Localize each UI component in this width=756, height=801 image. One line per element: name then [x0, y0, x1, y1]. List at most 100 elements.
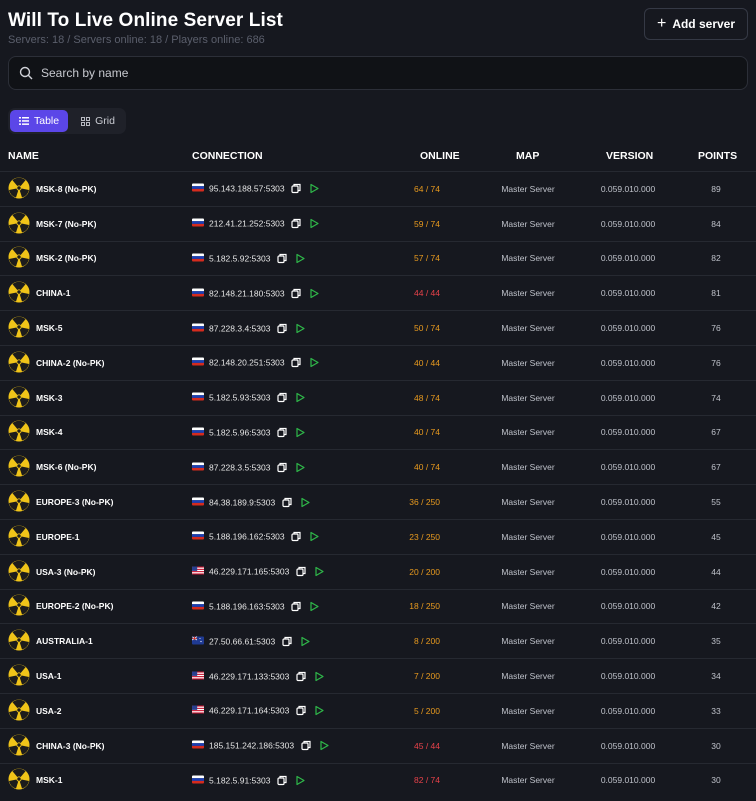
play-icon[interactable]	[294, 253, 305, 264]
connection-address: 82.148.20.251:5303	[209, 357, 285, 368]
connection-address: 95.143.188.57:5303	[209, 183, 285, 194]
ru-flag-icon	[192, 288, 206, 298]
play-icon[interactable]	[294, 462, 305, 473]
server-row[interactable]: MSK-3 5.182.5.93:5303 48 / 74 Master Server…	[0, 379, 756, 415]
column-points[interactable]: POINTS	[698, 150, 737, 162]
column-connection[interactable]: CONNECTION	[192, 150, 263, 162]
copy-icon[interactable]	[295, 566, 306, 577]
play-icon[interactable]	[313, 705, 324, 716]
online-count: 40 / 44	[414, 357, 440, 368]
add-server-button[interactable]: + Add server	[644, 8, 748, 40]
copy-icon[interactable]	[291, 601, 302, 612]
table-view-button[interactable]: Table	[10, 110, 69, 132]
copy-icon[interactable]	[276, 253, 287, 264]
copy-icon[interactable]	[291, 218, 302, 229]
server-version: 0.059.010.000	[600, 775, 656, 786]
server-version: 0.059.010.000	[600, 705, 656, 716]
server-name-cell: USA-1	[8, 664, 62, 688]
server-name-cell: EUROPE-1	[8, 525, 79, 549]
connection-address: 87.228.3.5:5303	[209, 462, 271, 473]
server-row[interactable]: EUROPE-1 5.188.196.162:5303 23 / 250 Master…	[0, 518, 756, 554]
server-row[interactable]: EUROPE-2 (No-PK) 5.188.196.163:5303 18 / 2…	[0, 588, 756, 624]
server-row[interactable]: MSK-1 5.182.5.91:5303 82 / 74 Master Server…	[0, 762, 756, 798]
copy-icon[interactable]	[295, 671, 306, 682]
server-row[interactable]: MSK-4 5.182.5.96:5303 40 / 74 Master Server…	[0, 414, 756, 450]
column-map[interactable]: MAP	[516, 150, 539, 162]
server-name: MSK-3	[36, 392, 63, 403]
online-count: 18 / 250	[409, 601, 441, 612]
connection-address: 46.229.171.164:5303	[209, 705, 290, 716]
play-icon[interactable]	[299, 636, 310, 647]
server-name-cell: MSK-1	[8, 768, 62, 792]
server-row[interactable]: USA-2 46.229.171.164:5303 5 / 200 Master Se…	[0, 692, 756, 728]
play-icon[interactable]	[299, 497, 310, 508]
server-name-cell: CHINA-3 (No-PK)	[8, 734, 104, 758]
ru-flag-icon	[192, 392, 206, 403]
connection-address: 5.182.5.92:5303	[209, 253, 271, 264]
copy-icon[interactable]	[291, 531, 302, 542]
play-icon[interactable]	[309, 288, 320, 299]
search-bar[interactable]	[8, 56, 748, 90]
copy-icon[interactable]	[276, 323, 287, 334]
radiation-logo-icon	[8, 281, 30, 305]
online-count: 36 / 250	[409, 497, 441, 508]
copy-icon[interactable]	[276, 462, 287, 473]
connection-address: 5.182.5.96:5303	[209, 427, 271, 438]
copy-icon[interactable]	[300, 740, 311, 751]
play-icon[interactable]	[309, 531, 320, 542]
server-row[interactable]: CHINA-3 (No-PK) 185.151.242.186:5303 45 / …	[0, 727, 756, 763]
server-row[interactable]: USA-3 (No-PK) 46.229.171.165:5303 20 / 200…	[0, 553, 756, 589]
server-row[interactable]: AUSTRALIA-1 27.50.66.61:5303 8 / 200 Master…	[0, 623, 756, 658]
server-row[interactable]: MSK-6 (No-PK) 87.228.3.5:5303 40 / 74 Maste…	[0, 449, 756, 484]
grid-view-button[interactable]: Grid	[72, 110, 124, 132]
server-row[interactable]: CHINA-1 82.148.21.180:5303 44 / 44 Master S…	[0, 275, 756, 310]
server-row[interactable]: EUROPE-3 (No-PK) 84.38.189.9:5303 36 / 250…	[0, 484, 756, 519]
play-icon[interactable]	[294, 427, 305, 438]
connection-cell: 46.229.171.164:5303	[192, 705, 324, 716]
server-version: 0.059.010.000	[600, 288, 656, 299]
play-icon[interactable]	[318, 740, 329, 751]
server-name: MSK-4	[36, 427, 63, 438]
copy-icon[interactable]	[291, 288, 302, 299]
column-name[interactable]: NAME	[8, 150, 39, 162]
play-icon[interactable]	[294, 775, 305, 786]
play-icon[interactable]	[309, 601, 320, 612]
play-icon[interactable]	[309, 357, 320, 368]
play-icon[interactable]	[313, 671, 324, 682]
copy-icon[interactable]	[281, 497, 292, 508]
server-row[interactable]: MSK-2 (No-PK) 5.182.5.92:5303 57 / 74 Maste…	[0, 240, 756, 276]
play-icon[interactable]	[294, 323, 305, 334]
copy-icon[interactable]	[291, 357, 302, 368]
server-row[interactable]: MSK-5 87.228.3.4:5303 50 / 74 Master Server…	[0, 310, 756, 345]
map-name: Master Server	[501, 705, 555, 716]
search-input[interactable]	[41, 66, 721, 80]
online-count: 48 / 74	[414, 392, 440, 403]
server-row[interactable]: MSK-8 (No-PK) 95.143.188.57:5303 64 / 74 Ma…	[0, 171, 756, 206]
server-row[interactable]: USA-1 46.229.171.133:5303 7 / 200 Master Se…	[0, 658, 756, 693]
play-icon[interactable]	[309, 218, 320, 229]
play-icon[interactable]	[309, 183, 320, 194]
copy-icon[interactable]	[276, 427, 287, 438]
server-version: 0.059.010.000	[600, 323, 656, 334]
server-name: EUROPE-2 (No-PK)	[36, 601, 114, 612]
column-version[interactable]: VERSION	[606, 150, 653, 162]
server-points: 81	[711, 288, 721, 299]
copy-icon[interactable]	[295, 705, 306, 716]
play-icon[interactable]	[313, 566, 324, 577]
server-name-cell: CHINA-2 (No-PK)	[8, 351, 104, 375]
copy-icon[interactable]	[276, 775, 287, 786]
online-count: 57 / 74	[414, 253, 440, 264]
column-online[interactable]: ONLINE	[420, 150, 460, 162]
copy-icon[interactable]	[291, 183, 302, 194]
connection-cell: 46.229.171.165:5303	[192, 566, 324, 577]
connection-address: 46.229.171.165:5303	[209, 566, 290, 577]
copy-icon[interactable]	[281, 636, 292, 647]
play-icon[interactable]	[294, 392, 305, 403]
server-row[interactable]: MSK-7 (No-PK) 212.41.21.252:5303 59 / 74 Ma…	[0, 205, 756, 241]
connection-cell: 185.151.242.186:5303	[192, 740, 329, 751]
connection-cell: 82.148.20.251:5303	[192, 357, 320, 368]
server-row[interactable]: CHINA-2 (No-PK) 82.148.20.251:5303 40 / 44…	[0, 344, 756, 380]
copy-icon[interactable]	[276, 392, 287, 403]
server-name: MSK-7 (No-PK)	[36, 218, 97, 229]
radiation-logo-icon	[8, 560, 30, 584]
